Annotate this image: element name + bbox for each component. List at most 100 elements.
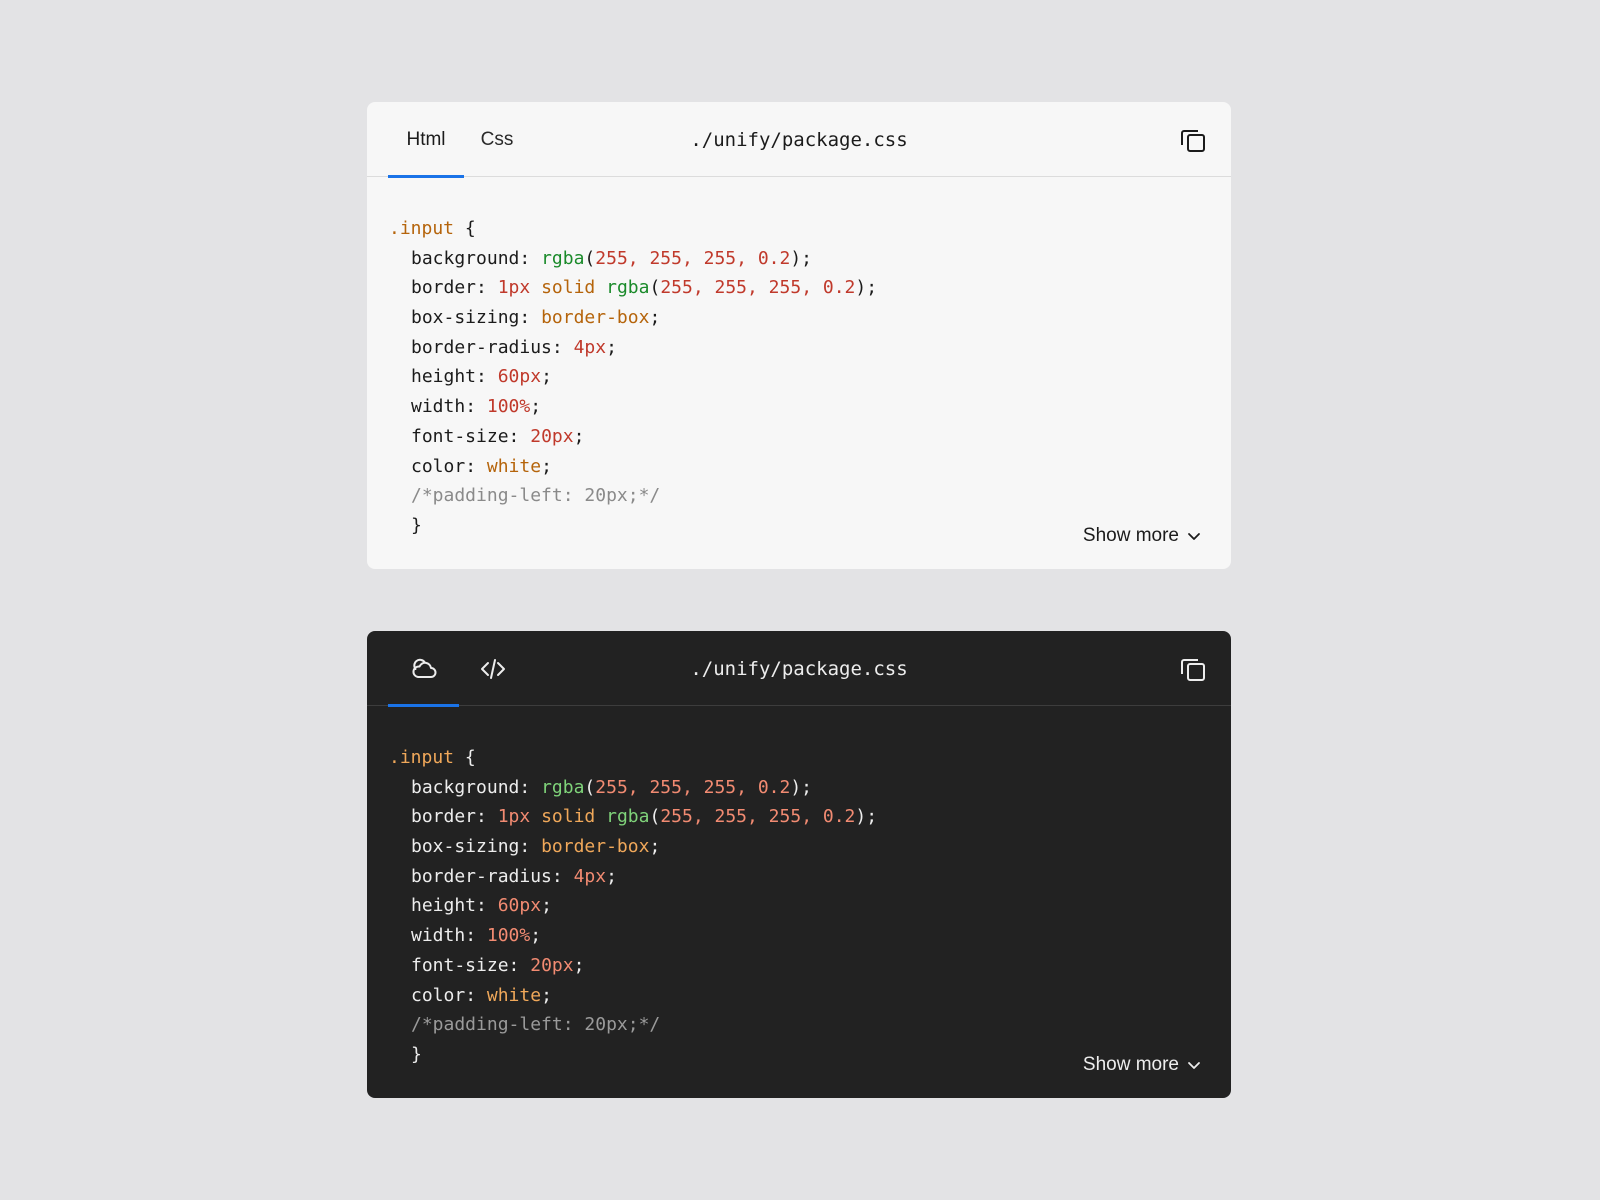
code-panel-dark: ./unify/package.css .input {background: … <box>367 631 1231 1098</box>
code-token: { <box>454 218 476 239</box>
code-token: ; <box>606 336 617 358</box>
code-token: : <box>476 366 498 388</box>
chevron-down-icon <box>1188 1062 1200 1069</box>
code-token: white <box>486 984 542 1006</box>
code-line: border: 1px solid rgba(255, 255, 255, 0.… <box>389 802 877 832</box>
code-token: box-sizing <box>411 836 520 858</box>
code-token: border <box>411 277 477 299</box>
code-token: border-box <box>541 307 650 329</box>
code-token: : <box>465 984 487 1006</box>
code-token: 20px <box>530 425 574 447</box>
code-token: 100% <box>486 925 531 947</box>
code-line: border-radius: 4px; <box>389 333 877 363</box>
code-token: ( <box>584 776 596 798</box>
code-token: 255, 255, 255, 0.2 <box>595 776 791 798</box>
code-token: : <box>519 776 542 798</box>
code-token: : <box>465 925 487 947</box>
code-token: : <box>508 425 531 447</box>
code-token: : <box>551 336 574 358</box>
code-token: border-radius <box>411 336 552 358</box>
code-token: : <box>465 396 487 418</box>
code-token: 60px <box>497 366 542 388</box>
tab-css[interactable]: Css <box>464 102 530 177</box>
tab-label: Html <box>406 128 446 150</box>
code-token: ; <box>541 455 552 477</box>
code-token: rgba <box>541 247 585 269</box>
code-token: { <box>454 747 476 768</box>
code-token: ; <box>530 925 542 947</box>
code-token: 20px <box>530 954 574 976</box>
copy-button[interactable] <box>1177 653 1209 685</box>
code-token: : <box>476 895 498 917</box>
tab-label: Css <box>480 128 514 150</box>
code-token: border-radius <box>411 865 552 887</box>
show-more-label: Show more <box>1082 1054 1179 1075</box>
code-token: ; <box>606 865 617 887</box>
code-token: /*padding-left: 20px;*/ <box>411 1014 661 1036</box>
copy-icon <box>1181 659 1205 681</box>
code-line: font-size: 20px; <box>389 951 877 981</box>
code-token: border-box <box>541 836 650 858</box>
code-token: ; <box>530 396 542 418</box>
tab-code[interactable] <box>459 631 527 706</box>
show-more-button[interactable]: Show more <box>1083 1054 1201 1076</box>
code-token: } <box>411 1043 422 1065</box>
code-token: rgba <box>606 277 650 299</box>
code-line: color: white; <box>389 452 877 482</box>
code-line: .input { <box>389 214 877 244</box>
show-more-button[interactable]: Show more <box>1083 525 1201 547</box>
show-more-label: Show more <box>1082 525 1179 546</box>
code-line: height: 60px; <box>389 891 877 921</box>
code-token: ( <box>584 247 596 269</box>
code-token: ; <box>573 425 585 447</box>
code-token: 1px <box>497 277 531 299</box>
code-token: ); <box>790 776 813 798</box>
code-line: width: 100%; <box>389 392 877 422</box>
code-token: : <box>551 865 574 887</box>
code-line: color: white; <box>389 981 877 1011</box>
code-brackets-icon <box>481 658 505 679</box>
code-token: : <box>476 806 498 828</box>
code-token: font-size <box>411 425 509 447</box>
code-token: height <box>411 366 477 388</box>
code-token: font-size <box>411 954 509 976</box>
code-token: .input <box>389 218 455 239</box>
code-token: ; <box>541 895 552 917</box>
code-line: width: 100%; <box>389 921 877 951</box>
code-token: ( <box>649 806 661 828</box>
code-token: background <box>411 776 520 798</box>
code-line: .input { <box>389 743 877 773</box>
code-token: solid <box>541 277 596 299</box>
code-line: } <box>389 1040 877 1070</box>
code-token: solid <box>541 806 596 828</box>
code-token: : <box>508 954 531 976</box>
code-line: /*padding-left: 20px;*/ <box>389 481 877 511</box>
code-token: border <box>411 806 477 828</box>
tab-cloud[interactable] <box>388 631 459 707</box>
code-token: : <box>519 247 542 269</box>
panel-header: ./unify/package.css <box>367 631 1231 707</box>
cloud-icon <box>411 658 436 678</box>
code-token: ); <box>855 806 878 828</box>
code-token: ; <box>541 366 552 388</box>
code-token: box-sizing <box>411 307 520 329</box>
code-token: color <box>411 455 466 477</box>
code-token: ); <box>790 247 813 269</box>
code-token: /*padding-left: 20px;*/ <box>411 485 661 507</box>
code-line: border-radius: 4px; <box>389 862 877 892</box>
code-token: .input <box>389 747 455 768</box>
code-block: .input {background: rgba(255, 255, 255, … <box>389 214 877 541</box>
chevron-down-icon <box>1188 533 1200 540</box>
code-token: 100% <box>486 396 531 418</box>
code-token: ); <box>855 277 878 299</box>
code-token: 60px <box>497 895 542 917</box>
code-token: ; <box>541 984 552 1006</box>
copy-button[interactable] <box>1177 124 1209 156</box>
code-token: 4px <box>573 865 607 887</box>
code-token: 255, 255, 255, 0.2 <box>660 806 856 828</box>
tab-html[interactable]: Html <box>388 102 464 178</box>
